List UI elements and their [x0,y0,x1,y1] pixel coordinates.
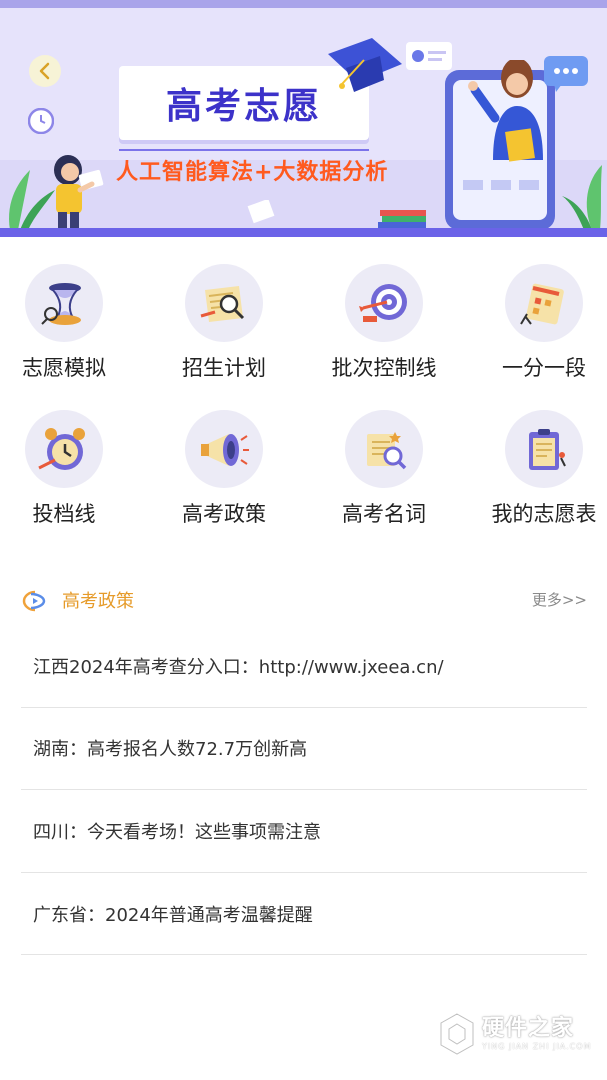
news-title: 江西2024年高考查分入口：http://www.jxeea.cn/ [33,656,444,678]
subtitle-divider [119,149,369,151]
more-link[interactable]: 更多>> [532,589,587,610]
banner-subtitle: 人工智能算法+大数据分析 [116,160,389,185]
document-search-icon [345,410,423,488]
list-item[interactable]: 江西2024年高考查分入口：http://www.jxeea.cn/ [21,625,587,708]
grid-item-label: 我的志愿表 [491,502,597,526]
section-logo-icon [22,590,46,612]
news-list: 江西2024年高考查分入口：http://www.jxeea.cn/ 湖南：高考… [21,625,587,956]
policy-section-header: 高考政策 更多>> [22,585,587,617]
watermark-logo-icon [439,1012,475,1056]
grid-item-label: 志愿模拟 [22,356,106,380]
banner-bottom-strip [0,228,607,237]
grid-item-exam-terms[interactable]: 高考名词 [314,410,454,528]
banner-top-strip [0,0,607,8]
news-title: 广东省：2024年普通高考温馨提醒 [33,904,313,926]
header-banner: 高考志愿 人工智能算法+大数据分析 [0,0,607,237]
calendar-icon [505,264,583,342]
clipboard-icon [505,410,583,488]
grid-item-label: 批次控制线 [331,356,437,380]
banner-title: 高考志愿 [165,86,322,127]
grid-item-volunteer-simulation[interactable]: 志愿模拟 [0,264,134,382]
student-illustration-icon [54,155,104,236]
grid-item-label: 招生计划 [182,356,266,380]
megaphone-icon [185,410,263,488]
chevron-left-icon [39,62,50,80]
alarm-clock-icon [25,410,103,488]
list-item[interactable]: 四川：今天看考场！这些事项需注意 [21,790,587,873]
grid-item-my-volunteer-table[interactable]: 我的志愿表 [474,410,607,528]
paper-icon [247,200,275,224]
target-icon [345,264,423,342]
list-item[interactable]: 广东省：2024年普通高考温馨提醒 [21,873,587,956]
grid-item-enrollment-plan[interactable]: 招生计划 [154,264,294,382]
grid-item-score-segment[interactable]: 一分一段 [474,264,607,382]
books-icon [378,210,426,229]
watermark-subtext: YING JIAN ZHI JIA.COM [482,1042,592,1051]
chat-bubble-icon [544,56,588,92]
hourglass-icon [25,264,103,342]
section-title: 高考政策 [62,591,134,612]
news-title: 四川：今天看考场！这些事项需注意 [33,821,321,843]
grid-item-label: 一分一段 [502,356,586,380]
grid-item-exam-policy[interactable]: 高考政策 [154,410,294,528]
grid-item-label: 投档线 [32,502,96,526]
scroll-magnifier-icon [185,264,263,342]
plant-right-icon [562,165,602,230]
news-title: 湖南：高考报名人数72.7万创新高 [33,739,308,761]
watermark: 硬件之家 YING JIAN ZHI JIA.COM [438,1010,598,1060]
clock-decoration-icon [28,108,54,134]
watermark-text: 硬件之家 [482,1016,575,1041]
graduation-cap-icon [328,38,402,92]
grid-item-admission-line[interactable]: 投档线 [0,410,134,528]
grid-item-label: 高考政策 [182,502,266,526]
grid-item-batch-control-line[interactable]: 批次控制线 [314,264,454,382]
grid-item-label: 高考名词 [342,502,426,526]
back-button[interactable] [29,55,61,87]
list-item[interactable]: 湖南：高考报名人数72.7万创新高 [21,708,587,791]
